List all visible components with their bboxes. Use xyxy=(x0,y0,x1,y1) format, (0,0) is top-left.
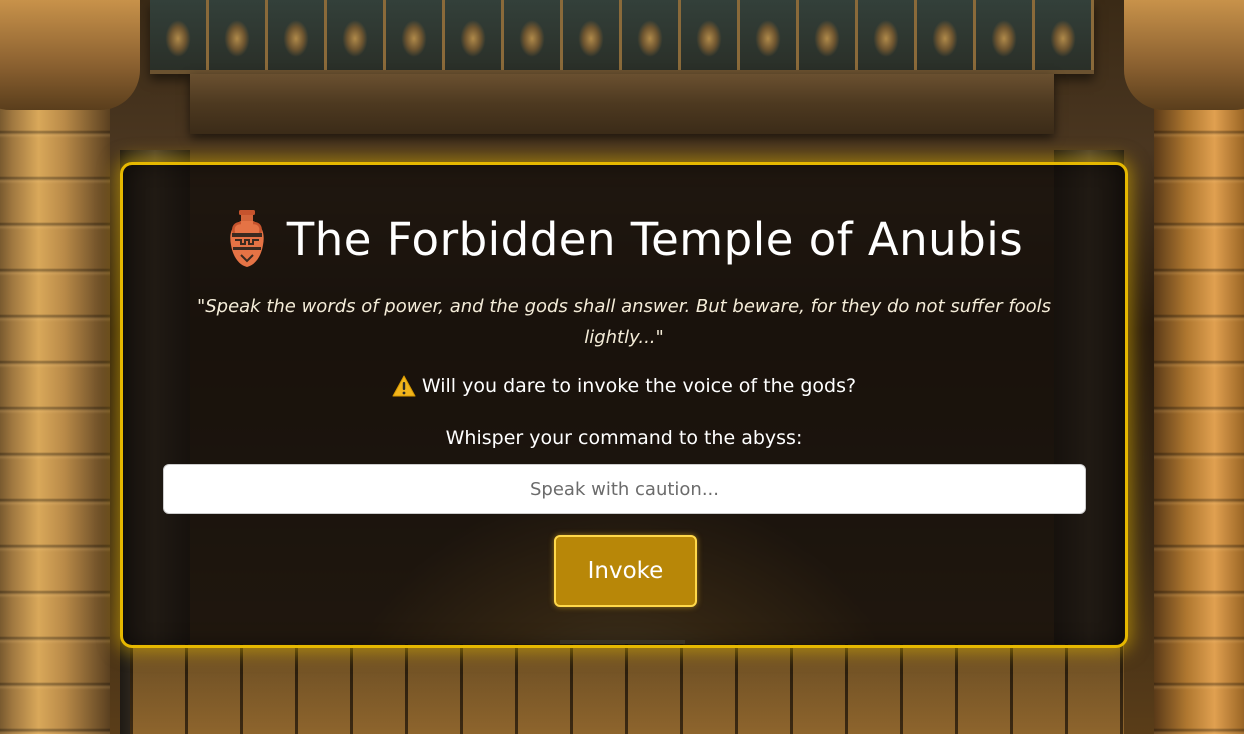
command-input[interactable] xyxy=(163,464,1086,514)
warning-icon xyxy=(392,375,416,397)
invocation-card: The Forbidden Temple of Anubis "Speak th… xyxy=(120,162,1128,648)
hieroglyph-frieze xyxy=(150,0,1094,74)
column-capital-left xyxy=(0,0,140,110)
column-right xyxy=(1154,0,1244,734)
temple-lintel xyxy=(190,74,1054,134)
invoke-button[interactable]: Invoke xyxy=(554,535,697,607)
carved-wall-base xyxy=(130,644,1124,734)
column-capital-right xyxy=(1124,0,1244,110)
amphora-icon xyxy=(225,209,269,269)
warning-row: Will you dare to invoke the voice of the… xyxy=(123,375,1125,397)
page-title: The Forbidden Temple of Anubis xyxy=(286,212,1024,266)
command-label: Whisper your command to the abyss: xyxy=(445,427,803,449)
title-row: The Forbidden Temple of Anubis xyxy=(123,209,1125,269)
oracle-quote: "Speak the words of power, and the gods … xyxy=(196,296,1052,348)
column-left xyxy=(0,0,110,734)
warning-text: Will you dare to invoke the voice of the… xyxy=(421,375,857,397)
